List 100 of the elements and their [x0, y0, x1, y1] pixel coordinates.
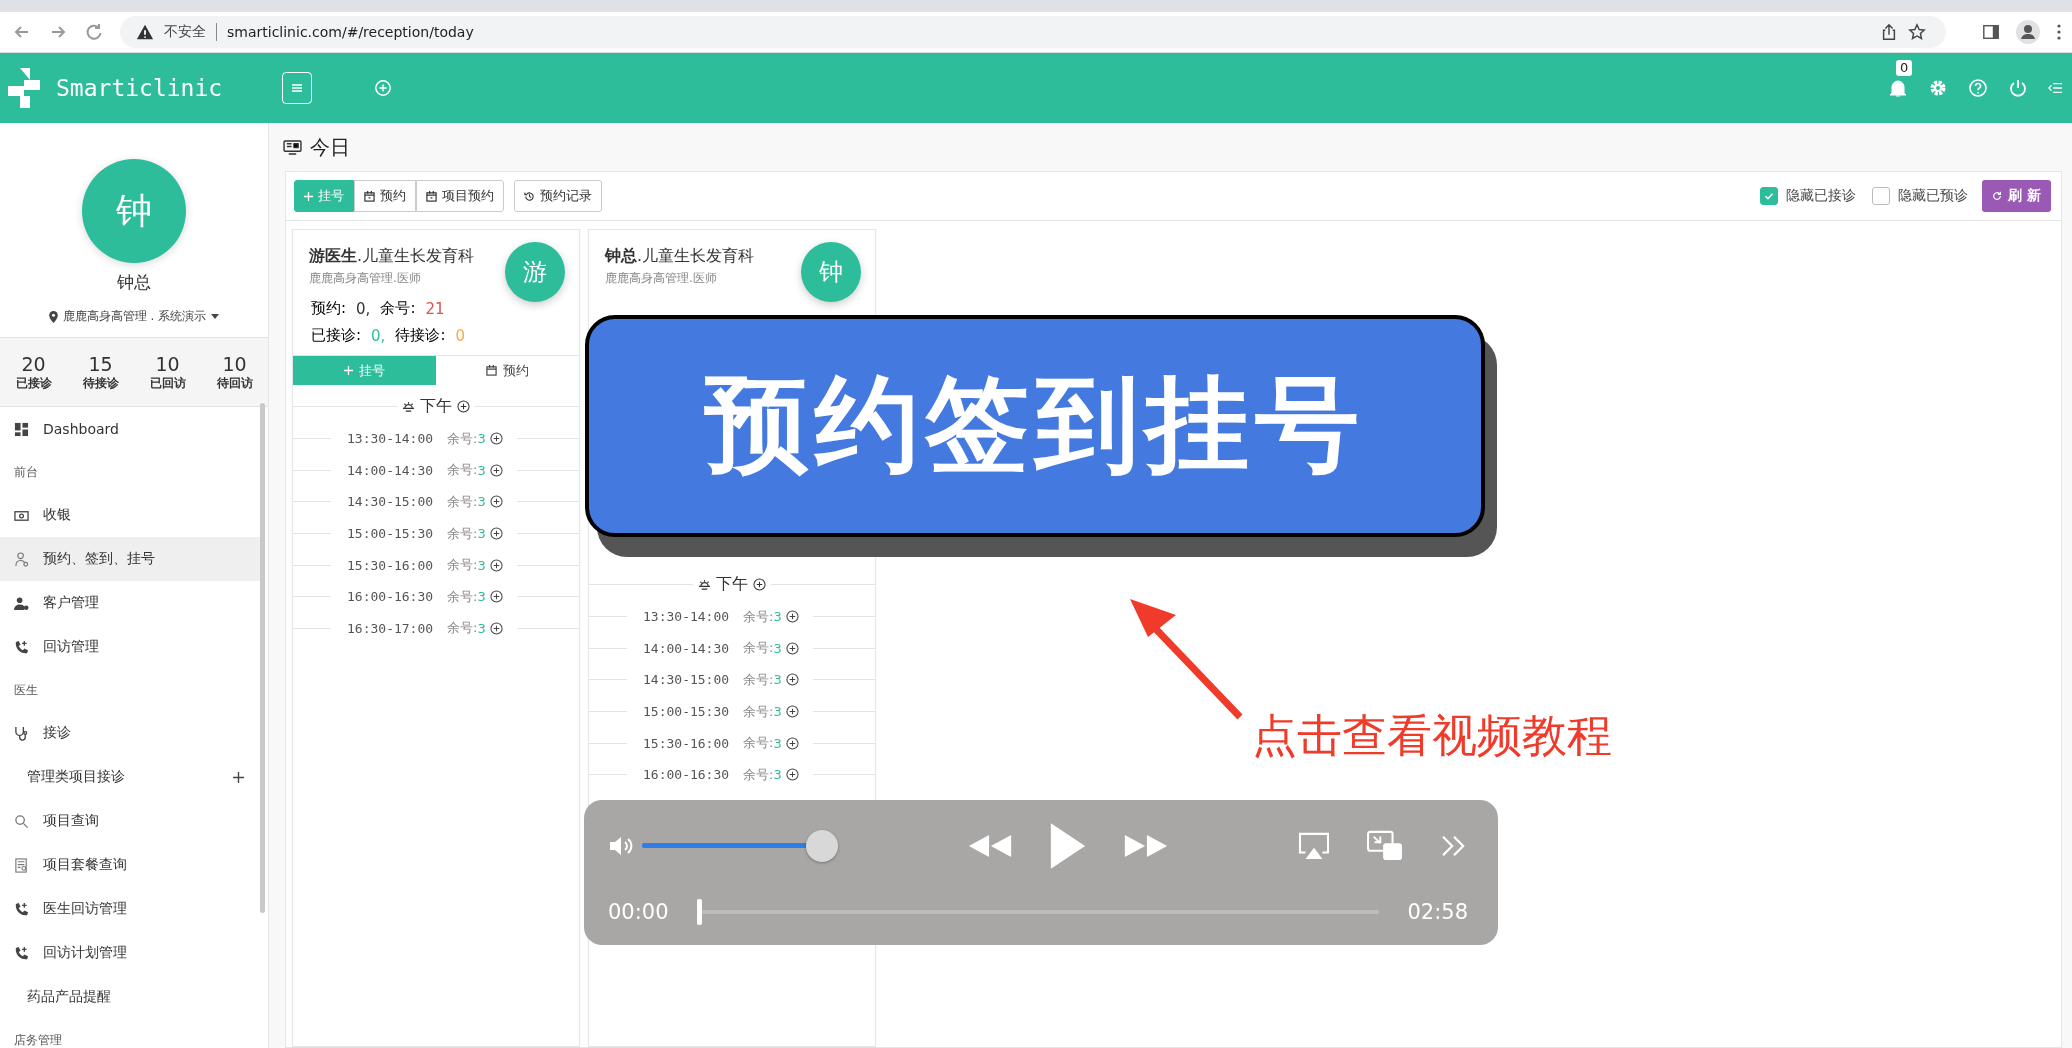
power-icon[interactable]	[2008, 78, 2028, 98]
toolbar-button[interactable]: 项目预约	[416, 180, 504, 212]
stethoscope-icon	[14, 725, 29, 741]
stat-label: 预约:	[311, 299, 347, 318]
add-icon[interactable]	[785, 673, 799, 687]
picture-in-picture-icon[interactable]	[1366, 830, 1404, 862]
menu-item[interactable]: Dashboard	[0, 407, 260, 451]
play-icon[interactable]	[1049, 822, 1087, 870]
add-icon[interactable]	[785, 768, 799, 782]
bell-icon[interactable]	[1888, 78, 1908, 98]
remaining-count: 3	[773, 609, 782, 625]
address-bar[interactable]: 不安全 smarticlinic.com/#/reception/today	[120, 16, 1946, 48]
reload-icon[interactable]	[84, 22, 104, 42]
remaining-label: 余号:	[447, 524, 478, 543]
menu-item[interactable]: 回访计划管理	[0, 931, 260, 975]
stat-label: 已接诊:	[311, 326, 362, 345]
add-icon[interactable]	[753, 577, 766, 591]
doctor-name: 游医生.儿童生长发育科	[309, 246, 475, 265]
add-icon[interactable]	[489, 495, 503, 509]
menu-icon	[291, 82, 304, 94]
volume-slider[interactable]	[642, 830, 838, 862]
remaining-count: 3	[477, 494, 486, 510]
refresh-button[interactable]: 刷 新	[1982, 180, 2051, 212]
fast-forward-icon[interactable]	[1123, 833, 1169, 859]
remaining-label: 余号:	[447, 619, 478, 638]
sidebar-icon[interactable]	[1982, 23, 2000, 41]
session-label: 下午	[420, 395, 452, 417]
share-icon[interactable]	[1880, 23, 1898, 41]
progress-thumb[interactable]	[696, 899, 702, 925]
time-slot: 16:30-17:00	[347, 620, 434, 636]
airplay-icon[interactable]	[1298, 832, 1330, 860]
time-slot: 15:30-16:00	[643, 735, 730, 751]
rewind-icon[interactable]	[967, 833, 1013, 859]
notification-badge: 0	[1896, 60, 1913, 76]
search-icon	[14, 813, 29, 829]
remaining-label: 余号:	[743, 607, 774, 626]
menu-item[interactable]: 回访管理	[0, 625, 260, 669]
menu-item[interactable]: 接诊	[0, 711, 260, 755]
menu-section-label: 店务管理	[13, 1032, 63, 1048]
location-dropdown[interactable]: 鹿鹿高身高管理 . 系统演示	[48, 308, 220, 325]
duration-time: 02:58	[1407, 900, 1468, 924]
checkbox[interactable]	[1760, 187, 1779, 205]
menu-item[interactable]: 管理类项目接诊	[0, 755, 260, 799]
remaining-count: 3	[773, 704, 782, 720]
add-icon[interactable]	[489, 590, 503, 604]
time-slot: 14:00-14:30	[643, 640, 730, 656]
stat-label: 待接诊	[82, 374, 119, 392]
menu-button[interactable]	[282, 72, 313, 104]
dashboard-icon	[14, 421, 29, 437]
profile-icon[interactable]	[2016, 20, 2040, 44]
time-slot: 14:30-15:00	[643, 672, 730, 688]
remaining-label: 余号:	[447, 587, 478, 606]
avatar: 游	[505, 242, 565, 302]
phone-icon	[14, 945, 29, 961]
menu-item[interactable]: 项目套餐查询	[0, 843, 260, 887]
settings-icon[interactable]	[1928, 78, 1948, 98]
plus-icon	[304, 191, 313, 201]
scrollbar[interactable]	[260, 403, 265, 913]
stat-label: 已回访	[149, 374, 186, 392]
app-name: Smarticlinic	[56, 75, 223, 101]
help-icon[interactable]	[1968, 78, 1988, 98]
remaining-label: 余号:	[743, 671, 774, 689]
stat-label: 待接诊:	[395, 326, 446, 345]
menu-item[interactable]: 客户管理	[0, 581, 260, 625]
add-icon[interactable]	[489, 432, 503, 446]
menu-item[interactable]: 收银	[0, 493, 260, 537]
page-title: 今日	[310, 133, 350, 161]
more-icon[interactable]	[2056, 22, 2062, 42]
warning-icon	[136, 23, 154, 41]
doctor-title: 鹿鹿高身高管理.医师	[309, 271, 421, 285]
add-icon[interactable]	[457, 399, 470, 413]
add-icon[interactable]	[489, 463, 503, 477]
add-icon[interactable]	[785, 705, 799, 719]
time-slot: 15:00-15:30	[347, 526, 434, 542]
remaining-label: 余号:	[743, 639, 774, 658]
add-icon[interactable]	[489, 527, 503, 541]
add-icon[interactable]	[489, 621, 503, 635]
menu-item[interactable]: 项目查询	[0, 799, 260, 843]
plus-icon[interactable]	[233, 771, 244, 783]
remaining-count: 3	[477, 620, 486, 636]
remaining-count: 3	[773, 640, 782, 656]
menu-item[interactable]: 医生回访管理	[0, 887, 260, 931]
menu-item[interactable]: 药品产品提醒	[0, 975, 260, 1019]
plus-icon	[344, 366, 353, 375]
checkbox[interactable]	[1872, 187, 1891, 205]
stat-value: 15	[88, 352, 113, 375]
stat-value: 20	[21, 352, 46, 375]
add-icon[interactable]	[785, 736, 799, 750]
history-button[interactable]: 预约记录	[514, 180, 602, 212]
add-icon[interactable]	[489, 558, 503, 572]
remaining-label: 余号:	[447, 556, 478, 575]
star-icon[interactable]	[1908, 23, 1926, 41]
remaining-count: 3	[477, 557, 486, 573]
add-icon[interactable]	[785, 641, 799, 655]
menu-item[interactable]: 预约、签到、挂号	[0, 537, 260, 581]
remaining-count: 3	[477, 462, 486, 478]
add-icon[interactable]	[785, 610, 799, 624]
toolbar-button[interactable]: 预约	[354, 180, 416, 212]
doctor-name: 钟总.儿童生长发育科	[605, 246, 755, 265]
stat-value: 21	[425, 299, 445, 318]
